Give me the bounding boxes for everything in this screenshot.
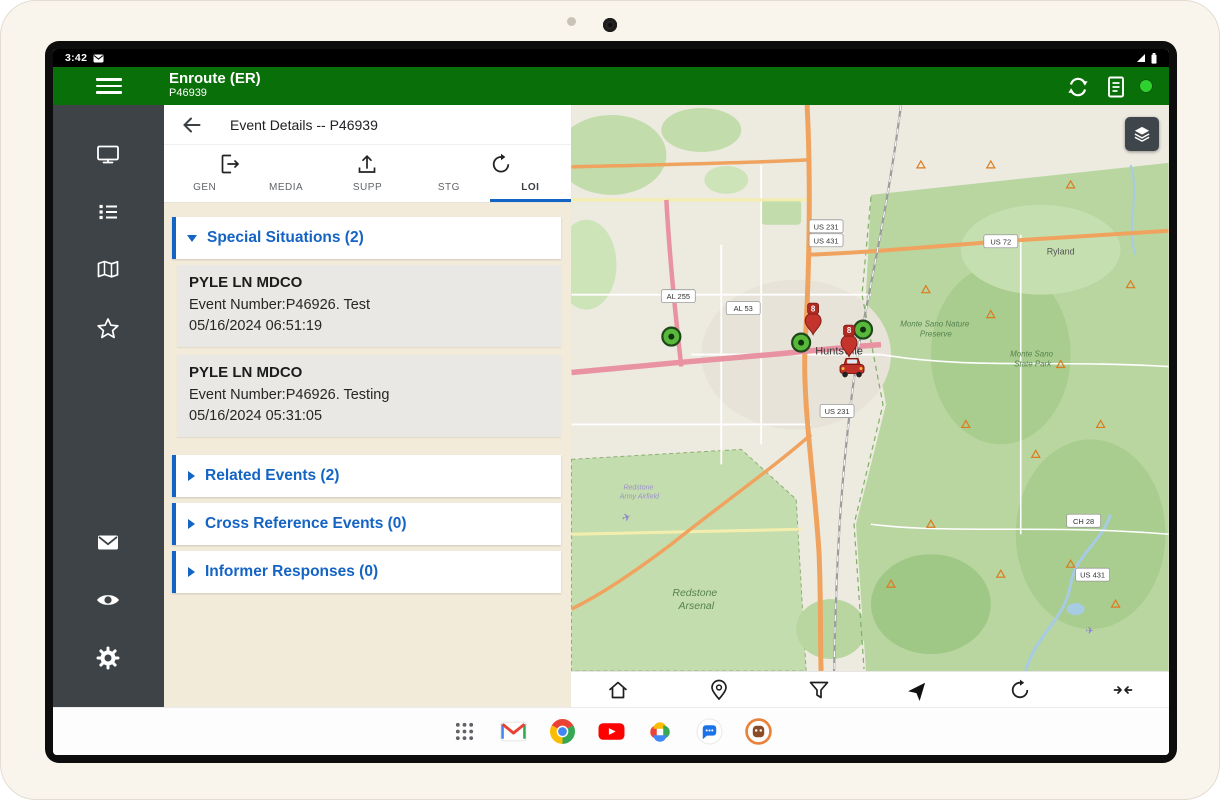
notification-icon — [93, 54, 104, 63]
section-special-situations[interactable]: Special Situations (2) — [172, 217, 561, 259]
chevron-right-icon — [188, 567, 195, 577]
youtube-icon[interactable] — [598, 718, 625, 745]
taskbar — [53, 707, 1169, 755]
accent-bar — [172, 551, 176, 593]
airport-icon: ✈ — [1086, 626, 1094, 637]
unit-marker-green[interactable] — [792, 334, 810, 352]
section-title: Special Situations (2) — [207, 229, 364, 247]
app-subtitle: P46939 — [169, 87, 261, 100]
location-pin-icon[interactable] — [707, 678, 731, 702]
event-panel: Event Details -- P46939 GEN — [164, 105, 571, 707]
clock: 3:42 — [65, 52, 87, 64]
chrome-icon[interactable] — [549, 718, 576, 745]
item-timestamp: 05/16/2024 06:51:19 — [189, 316, 549, 337]
monitor-icon[interactable] — [95, 141, 121, 167]
gear-icon[interactable] — [95, 645, 121, 671]
svg-text:US 231: US 231 — [814, 222, 839, 231]
item-timestamp: 05/16/2024 05:31:05 — [189, 406, 549, 427]
mail-icon[interactable] — [95, 529, 121, 555]
section-informer-responses[interactable]: Informer Responses (0) — [172, 551, 561, 593]
status-bar: 3:42 — [53, 49, 1169, 67]
sidebar — [53, 105, 164, 707]
pin-badge: 8 — [811, 304, 816, 313]
tab-stg[interactable]: STG — [408, 145, 489, 202]
active-tab-underline — [490, 199, 571, 202]
navigate-icon[interactable] — [907, 678, 931, 702]
unit-marker-green[interactable] — [854, 321, 872, 339]
export-icon — [217, 152, 241, 176]
photos-icon[interactable] — [647, 718, 674, 745]
collapse-icon[interactable] — [1111, 678, 1135, 702]
refresh-tab-icon — [489, 152, 513, 176]
camera-dot — [567, 17, 576, 26]
upload-icon — [355, 152, 379, 176]
chevron-right-icon — [188, 471, 195, 481]
filter-icon[interactable] — [807, 678, 831, 702]
pin-badge: 8 — [847, 326, 852, 335]
home-icon[interactable] — [606, 678, 630, 702]
layers-icon — [1131, 123, 1153, 145]
app-bar: Enroute (ER) P46939 — [53, 67, 1169, 105]
sync-icon[interactable] — [1065, 74, 1091, 100]
svg-text:US 72: US 72 — [990, 237, 1011, 246]
item-title: PYLE LN MDCO — [189, 364, 549, 381]
item-detail: Event Number:P46926. Test — [189, 295, 549, 316]
gmail-icon[interactable] — [500, 718, 527, 745]
orange-app-icon[interactable] — [745, 718, 772, 745]
unit-marker-green[interactable] — [662, 328, 680, 346]
chevron-right-icon — [188, 519, 195, 529]
tablet-bezel: 3:42 Enroute (ER) P46939 — [0, 0, 1220, 800]
event-panel-header: Event Details -- P46939 — [164, 105, 571, 145]
menu-icon[interactable] — [96, 75, 122, 97]
svg-text:US 431: US 431 — [814, 236, 839, 245]
screen: 3:42 Enroute (ER) P46939 — [53, 49, 1169, 755]
report-icon[interactable] — [1103, 74, 1129, 100]
section-related-events[interactable]: Related Events (2) — [172, 455, 561, 497]
list-icon[interactable] — [95, 199, 121, 225]
accent-bar — [172, 455, 176, 497]
town-label: Ryland — [1047, 247, 1075, 257]
tab-bar: GEN MEDIA SUPP STG LOI — [164, 145, 571, 203]
app-drawer-icon[interactable] — [451, 718, 478, 745]
special-situation-item[interactable]: PYLE LN MDCO Event Number:P46926. Test 0… — [177, 265, 561, 347]
map[interactable]: ✈ ✈ Huntsville Monte Sano Nature Preserv… — [571, 105, 1169, 671]
special-situation-item[interactable]: PYLE LN MDCO Event Number:P46926. Testin… — [177, 355, 561, 437]
battery-icon — [1151, 53, 1157, 64]
svg-text:AL 255: AL 255 — [667, 292, 690, 301]
map-icon[interactable] — [95, 257, 121, 283]
app-title: Enroute (ER) — [169, 70, 261, 87]
tablet-frame: 3:42 Enroute (ER) P46939 — [45, 41, 1177, 763]
star-icon[interactable] — [95, 316, 121, 342]
layers-button[interactable] — [1125, 117, 1159, 151]
accent-bar — [172, 503, 176, 545]
messages-icon[interactable] — [696, 718, 723, 745]
svg-text:US 231: US 231 — [825, 407, 850, 416]
map-toolbar — [571, 671, 1169, 707]
item-title: PYLE LN MDCO — [189, 274, 549, 291]
section-title: Informer Responses (0) — [205, 563, 378, 581]
svg-text:CH 28: CH 28 — [1073, 517, 1094, 526]
map-canvas[interactable]: ✈ ✈ Huntsville Monte Sano Nature Preserv… — [571, 105, 1169, 671]
section-title: Cross Reference Events (0) — [205, 515, 407, 533]
online-status-dot — [1139, 79, 1153, 93]
section-cross-reference-events[interactable]: Cross Reference Events (0) — [172, 503, 561, 545]
camera-lens — [603, 18, 617, 32]
svg-text:AL 53: AL 53 — [734, 304, 753, 313]
accent-bar — [172, 217, 176, 259]
tab-media[interactable]: MEDIA — [245, 145, 326, 202]
section-title: Related Events (2) — [205, 467, 339, 485]
signal-icon — [1136, 53, 1146, 63]
item-detail: Event Number:P46926. Testing — [189, 385, 549, 406]
refresh-icon[interactable] — [1008, 678, 1032, 702]
eye-icon[interactable] — [95, 587, 121, 613]
svg-text:US 431: US 431 — [1080, 571, 1105, 580]
park-label: Monte Sano State Park — [1010, 350, 1055, 369]
page-title: Event Details -- P46939 — [230, 117, 378, 133]
back-icon[interactable] — [180, 113, 204, 137]
chevron-down-icon — [187, 235, 197, 242]
